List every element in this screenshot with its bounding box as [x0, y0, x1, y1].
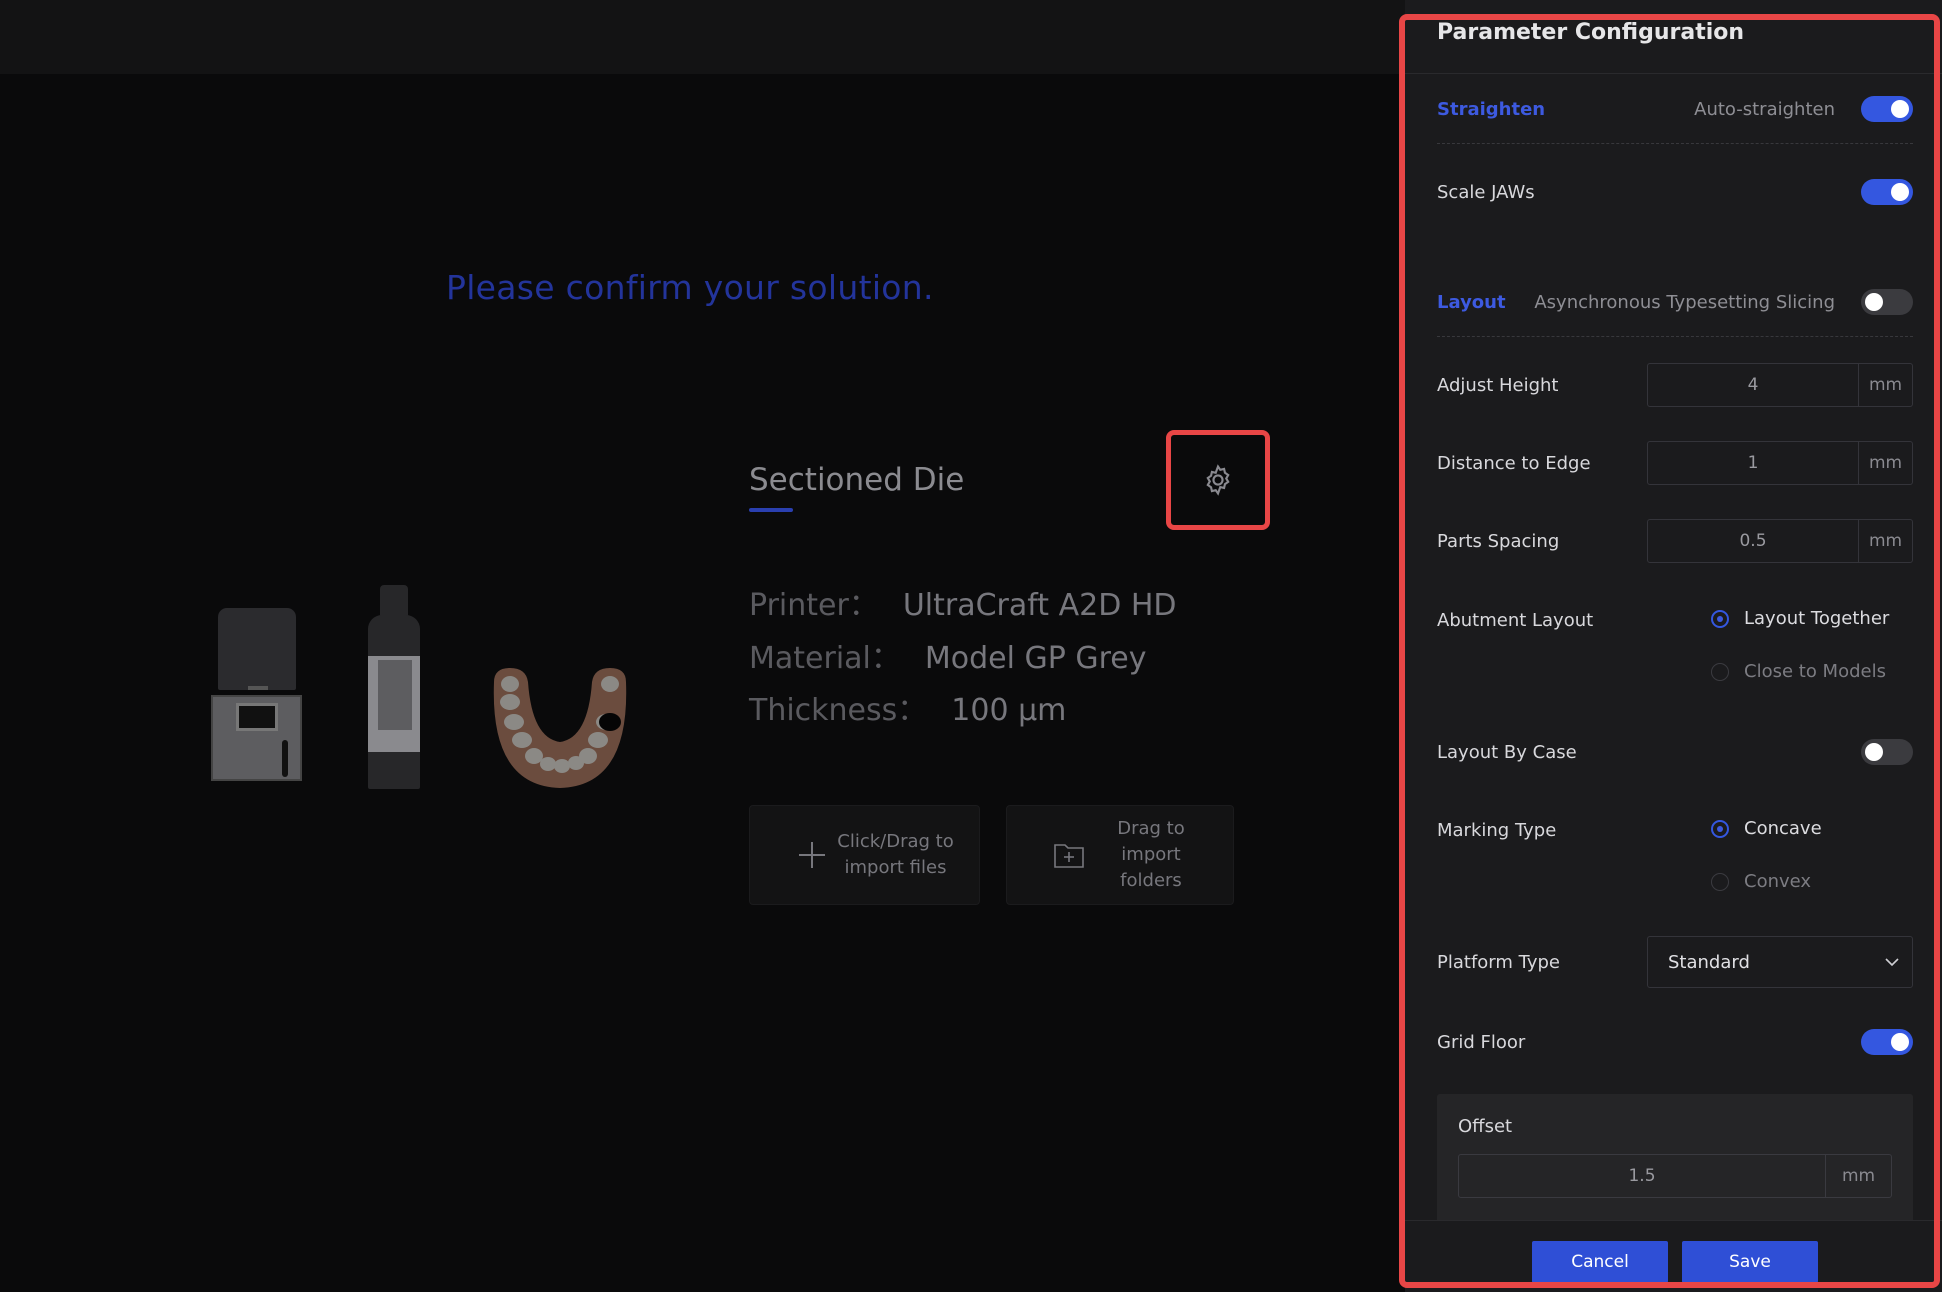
thickness-info: Thickness： 100 μm — [749, 685, 1066, 729]
printer-value: UltraCraft A2D HD — [902, 588, 1177, 623]
distance-to-edge-value[interactable]: 1 — [1648, 442, 1858, 484]
divider — [1437, 336, 1913, 337]
radio-unselected-icon — [1711, 662, 1729, 681]
grid-floor-toggle[interactable] — [1861, 1029, 1913, 1055]
parts-spacing-unit: mm — [1858, 520, 1912, 562]
adjust-height-value[interactable]: 4 — [1648, 364, 1858, 406]
chevron-down-icon — [1872, 957, 1912, 967]
printer-neck — [248, 686, 268, 690]
cancel-button[interactable]: Cancel — [1532, 1241, 1668, 1283]
grid-floor-row: Grid Floor — [1437, 1022, 1913, 1062]
offset-input[interactable]: 1.5 mm — [1458, 1154, 1892, 1198]
folder-plus-icon — [1049, 835, 1089, 875]
app-root: Please confirm your solution. Sectioned … — [0, 0, 1942, 1292]
async-slicing-label: Asynchronous Typesetting Slicing — [1534, 291, 1835, 313]
auto-straighten-toggle[interactable] — [1861, 96, 1913, 122]
marking-type-row: Marking Type — [1437, 810, 1913, 850]
convex-radio[interactable]: Convex — [1711, 871, 1811, 892]
save-button[interactable]: Save — [1682, 1241, 1818, 1283]
radio-unselected-icon — [1711, 872, 1729, 891]
layout-together-label: Layout Together — [1744, 608, 1890, 629]
offset-value[interactable]: 1.5 — [1459, 1155, 1825, 1197]
auto-straighten-label: Auto-straighten — [1694, 98, 1835, 120]
plus-icon — [792, 835, 832, 875]
async-slicing-toggle[interactable] — [1861, 289, 1913, 315]
layout-by-case-row: Layout By Case — [1437, 732, 1913, 772]
convex-label: Convex — [1744, 871, 1812, 892]
layout-by-case-toggle[interactable] — [1861, 739, 1913, 765]
adjust-height-input[interactable]: 4 mm — [1647, 363, 1913, 407]
platform-type-select[interactable]: Standard — [1647, 936, 1913, 988]
straighten-section-label: Straighten — [1437, 98, 1546, 120]
import-folders-button[interactable]: Drag to import folders — [1006, 805, 1234, 905]
distance-to-edge-input[interactable]: 1 mm — [1647, 441, 1913, 485]
layout-row: Layout Asynchronous Typesetting Slicing — [1437, 282, 1913, 322]
gear-icon — [1206, 464, 1230, 496]
printer-info: Printer： UltraCraft A2D HD — [749, 580, 1177, 624]
close-to-models-label: Close to Models — [1744, 661, 1886, 682]
layout-together-radio[interactable]: Layout Together — [1711, 608, 1889, 629]
printer-screen — [236, 703, 278, 731]
printer-lid — [218, 608, 296, 690]
import-folders-label: Drag to import folders — [1117, 818, 1185, 891]
parts-spacing-label: Parts Spacing — [1437, 530, 1560, 552]
distance-to-edge-label: Distance to Edge — [1437, 452, 1591, 474]
main-area — [0, 74, 1405, 1292]
adjust-height-unit: mm — [1858, 364, 1912, 406]
panel-title: Parameter Configuration — [1437, 20, 1745, 45]
offset-unit: mm — [1825, 1155, 1891, 1197]
layout-by-case-label: Layout By Case — [1437, 741, 1577, 763]
concave-radio[interactable]: Concave — [1711, 818, 1822, 839]
concave-label: Concave — [1744, 818, 1822, 839]
platform-type-label: Platform Type — [1437, 951, 1560, 973]
material-value: Model GP Grey — [924, 641, 1147, 676]
solution-title: Sectioned Die — [749, 462, 965, 498]
material-label: Material： — [749, 641, 901, 676]
scale-jaws-toggle[interactable] — [1861, 179, 1913, 205]
abutment-layout-label: Abutment Layout — [1437, 609, 1594, 631]
offset-label: Offset — [1458, 1116, 1513, 1137]
bottle-label-inner — [378, 660, 412, 730]
marking-type-label: Marking Type — [1437, 819, 1557, 841]
thickness-label: Thickness： — [749, 693, 928, 728]
settings-button[interactable] — [1166, 430, 1270, 530]
close-to-models-radio[interactable]: Close to Models — [1711, 661, 1886, 682]
panel-footer — [1405, 1220, 1942, 1292]
dental-arch-illustration — [493, 668, 627, 788]
radio-selected-icon — [1711, 819, 1729, 838]
scale-jaws-row: Scale JAWs — [1437, 172, 1913, 212]
parts-spacing-input[interactable]: 0.5 mm — [1647, 519, 1913, 563]
straighten-row: Straighten Auto-straighten — [1437, 89, 1913, 129]
distance-to-edge-unit: mm — [1858, 442, 1912, 484]
grid-floor-label: Grid Floor — [1437, 1031, 1526, 1053]
thickness-value: 100 μm — [951, 693, 1067, 728]
radio-selected-icon — [1711, 609, 1729, 628]
parts-spacing-value[interactable]: 0.5 — [1648, 520, 1858, 562]
material-info: Material： Model GP Grey — [749, 633, 1147, 677]
top-bar — [0, 0, 1405, 74]
import-files-button[interactable]: Click/Drag to import files — [749, 805, 980, 905]
divider — [1437, 143, 1913, 144]
import-files-label: Click/Drag to import files — [837, 831, 954, 878]
scale-jaws-label: Scale JAWs — [1437, 181, 1535, 203]
adjust-height-label: Adjust Height — [1437, 374, 1559, 396]
printer-label: Printer： — [749, 588, 879, 623]
platform-type-value: Standard — [1668, 951, 1750, 973]
solution-title-underline — [749, 508, 793, 512]
layout-section-label: Layout — [1437, 291, 1506, 313]
printer-handle — [282, 740, 288, 777]
confirm-heading: Please confirm your solution. — [446, 268, 934, 307]
